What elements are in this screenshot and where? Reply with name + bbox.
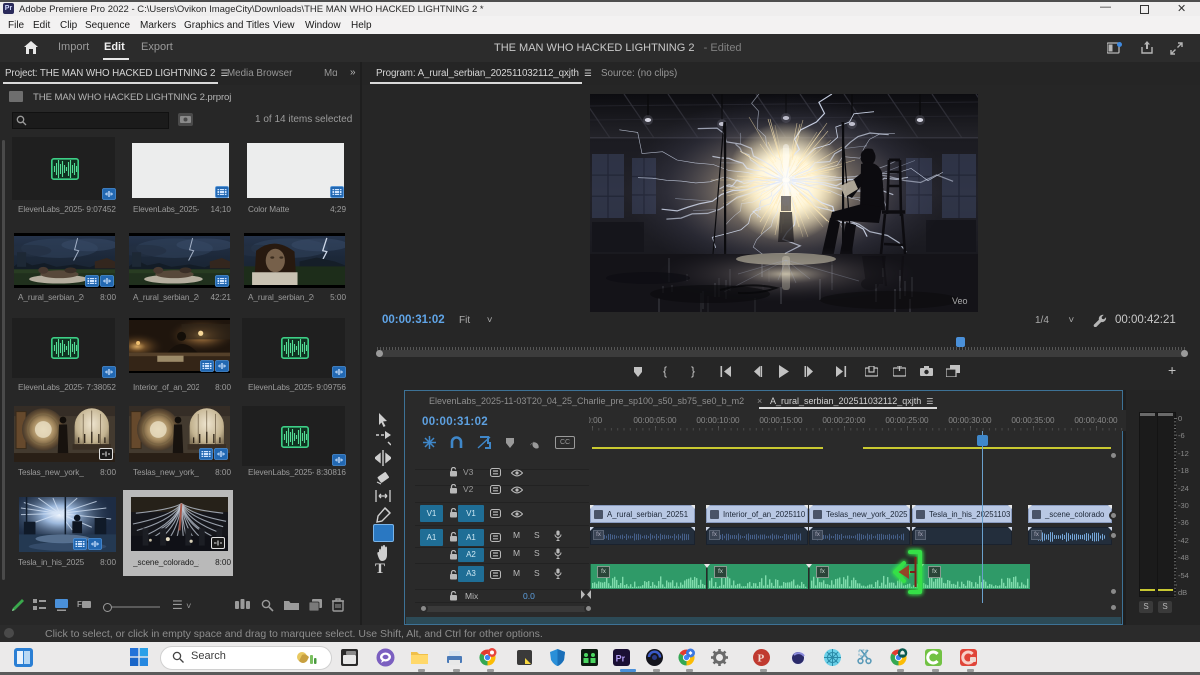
svg-text:00:00:15:00: 00:00:15:00 (759, 416, 803, 425)
svg-text:Veo: Veo (952, 296, 968, 306)
svg-text:P: P (758, 653, 765, 665)
svg-text:F: F (77, 600, 82, 609)
svg-text:00:00:10:00: 00:00:10:00 (696, 416, 740, 425)
svg-text:00:00: 00:00 (589, 416, 603, 425)
svg-text:00:00:20:00: 00:00:20:00 (822, 416, 866, 425)
svg-text:Pr: Pr (616, 653, 626, 663)
svg-text:00:00:40:00: 00:00:40:00 (1074, 416, 1118, 425)
svg-text:00:00:35:00: 00:00:35:00 (1011, 416, 1055, 425)
svg-text:00:00:05:00: 00:00:05:00 (633, 416, 677, 425)
svg-text:00:00:30:00: 00:00:30:00 (948, 416, 992, 425)
svg-text:00:00:25:00: 00:00:25:00 (885, 416, 929, 425)
